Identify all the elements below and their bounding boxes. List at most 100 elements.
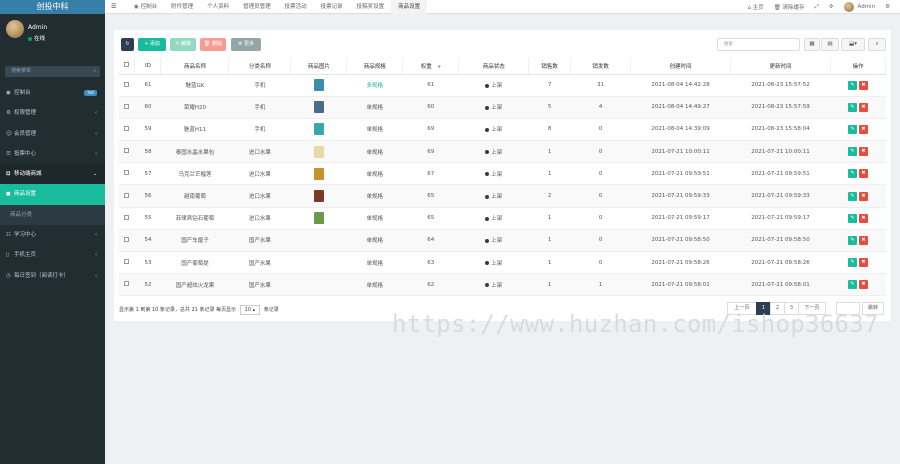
col-updated[interactable]: 更新时间 <box>730 58 831 75</box>
user-status: 在线 <box>28 34 45 42</box>
sidebar-item-goods[interactable]: ◼ 商品设置 <box>0 184 105 205</box>
delete-row-icon[interactable]: ✖ <box>858 235 868 245</box>
edit-row-icon[interactable]: ✎ <box>847 280 857 290</box>
search-icon[interactable]: ⌕ <box>93 66 96 77</box>
sidebar-item-vote[interactable]: ☰ 投票中心 ‹ <box>0 144 105 164</box>
tab-profile[interactable]: 个人资料 <box>200 0 236 14</box>
col-sent[interactable]: 销发数 <box>570 58 632 75</box>
status-dot-icon <box>485 150 490 155</box>
navbar-username[interactable]: Admin <box>858 4 876 10</box>
cell-sold: 1 <box>528 207 571 230</box>
delete-row-icon[interactable]: ✖ <box>858 258 868 268</box>
sidebar-item-checkin[interactable]: ◷ 每日签到（阅读打卡） ‹ <box>0 266 105 286</box>
tab-admins[interactable]: 管理员管理 <box>236 0 278 14</box>
edit-row-icon[interactable]: ✎ <box>847 147 857 157</box>
edit-row-icon[interactable]: ✎ <box>847 80 857 90</box>
refresh-button[interactable]: ↻ <box>121 38 134 51</box>
sidebar-item-dashboard[interactable]: ◉ 控制台 hot <box>0 83 105 103</box>
delete-row-icon[interactable]: ✖ <box>858 280 868 290</box>
row-checkbox[interactable] <box>119 74 135 97</box>
menu-toggle-icon[interactable]: ☰ <box>111 0 116 14</box>
edit-row-icon[interactable]: ✎ <box>847 191 857 201</box>
columns-icon[interactable]: ▤ <box>821 38 839 51</box>
product-thumbnail[interactable] <box>313 167 324 180</box>
col-spec[interactable]: 商品规格 <box>346 58 404 75</box>
col-weight[interactable]: 权重 ▼ <box>402 58 460 75</box>
tab-attachments[interactable]: 附件管理 <box>164 0 200 14</box>
product-thumbnail[interactable] <box>313 190 324 203</box>
page-size-select[interactable]: 10 ▴ <box>239 305 261 315</box>
product-thumbnail[interactable] <box>313 123 324 136</box>
tab-dashboard[interactable]: ◉ 控制台 <box>127 0 164 14</box>
delete-row-icon[interactable]: ✖ <box>858 102 868 112</box>
tab-goods-settings[interactable]: 商品设置 <box>391 0 428 14</box>
product-thumbnail[interactable] <box>313 101 324 114</box>
sidebar-item-category[interactable]: 商品分类 <box>0 204 105 226</box>
row-checkbox[interactable] <box>119 273 135 297</box>
chevron-left-icon: ‹ <box>95 232 97 239</box>
checkin-icon: ◷ <box>6 272 11 279</box>
edit-button[interactable]: ✎ 编辑 <box>170 38 196 51</box>
expand-icon[interactable]: ✣ <box>829 4 834 10</box>
tab-contribution[interactable]: 投稿奖设置 <box>350 0 392 14</box>
delete-row-icon[interactable]: ✖ <box>858 124 868 134</box>
col-created[interactable]: 创建时间 <box>630 58 732 75</box>
row-checkbox[interactable] <box>119 251 135 275</box>
toggle-view-icon[interactable]: ▦ <box>804 38 820 51</box>
edit-row-icon[interactable]: ✎ <box>847 213 857 223</box>
table-search-input[interactable]: 搜索 <box>717 38 800 51</box>
edit-row-icon[interactable]: ✎ <box>847 235 857 245</box>
product-thumbnail[interactable] <box>313 212 324 225</box>
tab-vote-records[interactable]: 投票记录 <box>314 0 350 14</box>
row-checkbox[interactable] <box>119 118 135 142</box>
col-name[interactable]: 商品名称 <box>160 58 230 75</box>
navbar-avatar[interactable] <box>843 2 854 12</box>
row-checkbox[interactable] <box>119 207 135 230</box>
sort-icon[interactable]: ▼ <box>438 64 441 69</box>
status-dot-icon <box>485 194 490 199</box>
sidebar-search-input[interactable]: 搜索菜单 ⌕ <box>5 66 100 77</box>
row-checkbox[interactable] <box>119 184 135 208</box>
advanced-search-icon[interactable]: ⌕ <box>868 38 886 51</box>
home-link[interactable]: ⌂ 主页 <box>748 3 764 11</box>
row-checkbox[interactable] <box>119 162 135 186</box>
edit-row-icon[interactable]: ✎ <box>847 102 857 112</box>
delete-row-icon[interactable]: ✖ <box>858 80 868 90</box>
more-button[interactable]: ⚙ 更多 <box>231 38 261 51</box>
row-checkbox[interactable] <box>119 96 135 119</box>
row-checkbox[interactable] <box>119 229 135 253</box>
product-thumbnail[interactable] <box>313 145 324 158</box>
col-category[interactable]: 分类名称 <box>228 58 292 75</box>
fullscreen-icon[interactable]: ⤢ <box>815 4 819 11</box>
cell-created: 2021-07-21 09:58:01 <box>630 273 731 297</box>
sidebar-item-study[interactable]: ☷ 学习中心 ‹ <box>0 225 105 245</box>
row-checkbox[interactable] <box>119 140 135 164</box>
edit-row-icon[interactable]: ✎ <box>847 258 857 268</box>
delete-row-icon[interactable]: ✖ <box>858 191 868 201</box>
col-id[interactable]: ID <box>134 58 162 75</box>
col-status[interactable]: 商品状态 <box>458 58 530 75</box>
delete-row-icon[interactable]: ✖ <box>858 169 868 179</box>
select-all-checkbox[interactable] <box>119 58 136 75</box>
edit-row-icon[interactable]: ✎ <box>847 124 857 134</box>
delete-button[interactable]: 🗑 删除 <box>200 38 226 51</box>
delete-row-icon[interactable]: ✖ <box>858 147 868 157</box>
cell-category: 国产水果 <box>228 273 291 297</box>
col-sold[interactable]: 销售数 <box>528 58 572 75</box>
product-thumbnail[interactable] <box>313 79 324 92</box>
col-image[interactable]: 商品图片 <box>290 58 348 75</box>
delete-row-icon[interactable]: ✖ <box>858 213 868 223</box>
export-icon[interactable]: ⬓▾ <box>841 38 865 51</box>
edit-row-icon[interactable]: ✎ <box>847 169 857 179</box>
sidebar-item-permissions[interactable]: ⚙ 权限管理 ‹ <box>0 103 105 123</box>
tab-vote-activity[interactable]: 投票活动 <box>278 0 314 14</box>
sidebar-item-mobile[interactable]: ▯ 手机主页 ‹ <box>0 245 105 265</box>
add-button[interactable]: + 添加 <box>138 38 166 51</box>
cell-created: 2021-08-04 14:42:28 <box>630 74 731 97</box>
settings-icon[interactable]: ⚙ <box>885 4 890 10</box>
app-logo[interactable]: 创投中科 <box>0 0 105 14</box>
goods-table: ID 商品名称 分类名称 商品图片 商品规格 权重 ▼ 商品状态 销售数 销发数 … <box>119 58 887 297</box>
sidebar-item-members[interactable]: ☺ 会员管理 ‹ <box>0 124 105 144</box>
clear-cache-link[interactable]: 🗑 清除缓存 <box>774 3 805 11</box>
sidebar-item-mall[interactable]: ⛾ 移动端商城 ⌄ <box>0 164 105 185</box>
